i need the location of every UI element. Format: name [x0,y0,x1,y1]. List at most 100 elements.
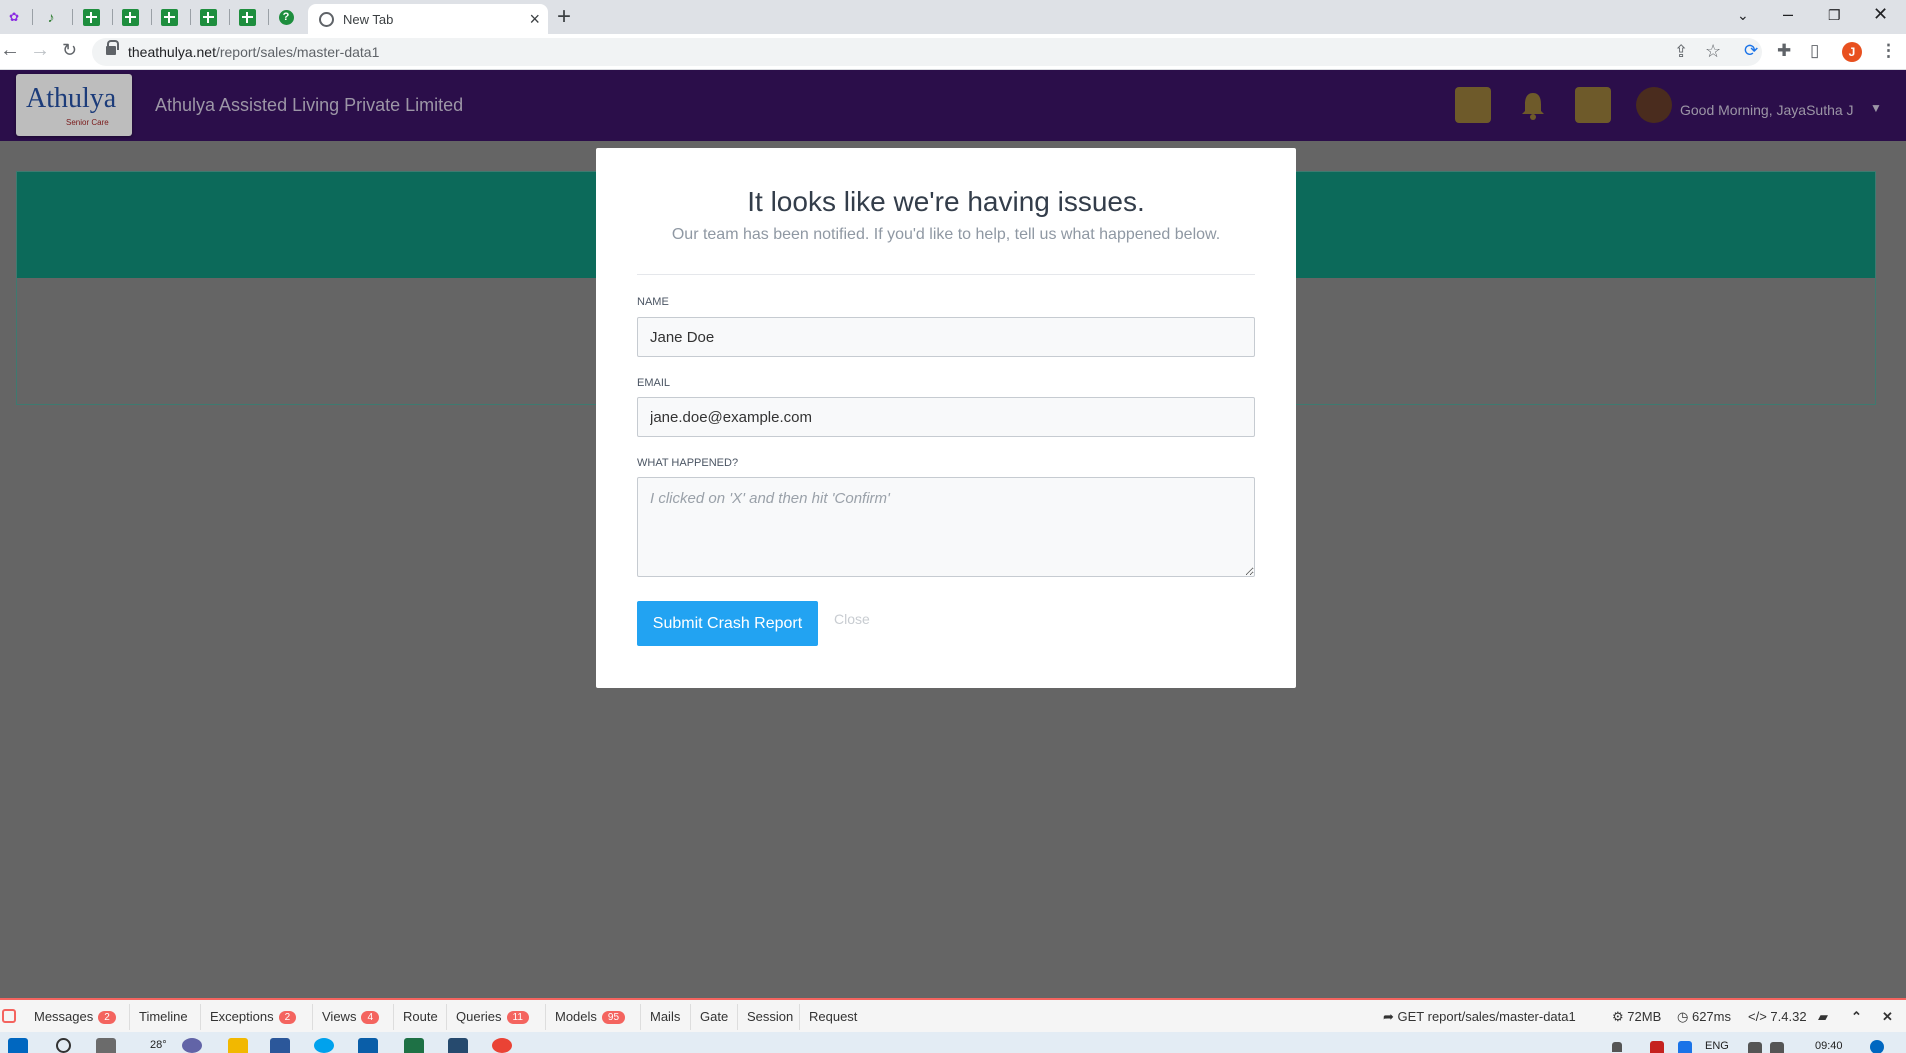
submit-crash-report-button[interactable]: Submit Crash Report [637,601,818,646]
debugbar-close-icon[interactable]: ✕ [1882,1009,1893,1025]
file-explorer-icon[interactable] [228,1038,248,1053]
debugbar-tab-request[interactable]: Request [809,1009,857,1024]
sheets-tab-icon[interactable] [158,6,180,28]
close-tab-icon[interactable]: × [529,9,540,30]
translate-icon[interactable] [1575,87,1611,123]
email-field[interactable] [637,397,1255,437]
company-logo[interactable]: Athulya Senior Care [16,74,132,136]
tab-divider [268,9,269,25]
debugbar-memory[interactable]: ⚙ 72MB [1612,1009,1661,1025]
debugbar-php-version[interactable]: </> 7.4.32 [1748,1009,1807,1024]
browser-toolbar: ← → ↻ theathulya.net/report/sales/master… [0,34,1906,70]
name-field[interactable] [637,317,1255,357]
teams-icon[interactable] [182,1038,202,1053]
app-icon[interactable] [448,1038,468,1053]
system-clock[interactable]: 09:40 [1815,1040,1843,1052]
skype-icon[interactable] [314,1038,334,1053]
modal-title: It looks like we're having issues. [747,186,1145,217]
tab-search-icon[interactable]: ⌄ [1737,7,1749,24]
company-name: Athulya Assisted Living Private Limited [155,95,464,115]
globe-icon [319,12,334,27]
debugbar-route-info[interactable]: ➦ GET report/sales/master-data1 [1383,1009,1576,1025]
word-icon[interactable] [270,1038,290,1053]
athulya-tab-icon[interactable]: ✿ [3,6,25,28]
models-count-badge: 95 [601,1011,626,1024]
debugbar-tab-route[interactable]: Route [403,1009,438,1024]
task-view-icon[interactable] [96,1038,116,1053]
outlook-icon[interactable] [358,1038,378,1053]
input-language[interactable]: ENG [1705,1040,1729,1052]
debugbar-divider [640,1004,641,1030]
bookmark-star-icon[interactable]: ☆ [1705,41,1721,62]
browser-menu-icon[interactable]: ⋮ [1880,41,1897,61]
restore-chevron-up-icon[interactable]: ⌃ [1851,1009,1862,1025]
debugbar-tab-gate[interactable]: Gate [700,1009,728,1024]
messages-count-badge: 2 [98,1011,116,1024]
views-count-badge: 4 [361,1011,380,1024]
tab-new-tab[interactable]: New Tab × [308,4,548,34]
user-avatar[interactable] [1636,87,1672,123]
back-icon[interactable]: ← [0,39,20,62]
side-panel-icon[interactable]: ▯ [1810,41,1819,61]
sheets-tab-icon[interactable] [80,6,102,28]
sheets-tab-icon[interactable] [197,6,219,28]
app-tab-icon[interactable]: ♪ [40,6,62,28]
debugbar-tab-timeline[interactable]: Timeline [139,1009,188,1024]
debugbar-divider [312,1004,313,1030]
tray-app-icon[interactable] [1678,1041,1692,1053]
lock-icon[interactable] [106,40,119,55]
crash-report-modal: It looks like we're having issues. Our t… [596,148,1296,688]
sheets-tab-icon[interactable] [236,6,258,28]
debugbar-divider [129,1004,130,1030]
debugbar-logo-icon[interactable] [2,1009,16,1023]
sheets-tab-icon[interactable] [119,6,141,28]
debugbar-tab-views[interactable]: Views 4 [322,1009,380,1024]
gmail-icon[interactable] [1650,1041,1664,1053]
forward-icon[interactable]: → [30,39,50,62]
wifi-icon[interactable] [1612,1042,1622,1052]
debugbar-tab-session[interactable]: Session [747,1009,793,1024]
excel-icon[interactable] [404,1038,424,1053]
debugbar-tab-messages[interactable]: Messages 2 [34,1009,116,1024]
chrome-icon[interactable] [492,1038,512,1053]
name-label: Name [637,296,669,308]
debugbar-divider [737,1004,738,1030]
help-tab-icon[interactable]: ? [275,6,297,28]
windows-start-icon[interactable] [8,1038,28,1053]
debugbar-tab-queries[interactable]: Queries 11 [456,1009,529,1024]
share-icon[interactable]: ⇪ [1674,42,1688,62]
tab-divider [151,9,152,25]
profile-avatar[interactable]: J [1842,42,1862,62]
notifications-icon[interactable] [1870,1040,1884,1053]
debugbar-tab-mails[interactable]: Mails [650,1009,680,1024]
user-greeting[interactable]: Good Morning, JayaSutha J [1680,102,1854,118]
extensions-puzzle-icon[interactable]: ✚ [1777,41,1791,61]
address-bar[interactable]: theathulya.net/report/sales/master-data1… [92,38,1762,66]
debugbar-time[interactable]: ◷ 627ms [1677,1009,1731,1025]
url-text[interactable]: theathulya.net/report/sales/master-data1 [128,44,379,60]
modal-subtitle: Our team has been notified. If you'd lik… [671,226,1221,243]
what-happened-textarea[interactable] [637,477,1255,577]
volume-icon[interactable] [1770,1042,1784,1053]
tab-divider [32,9,33,25]
extension-icon[interactable]: ⟳ [1744,41,1758,61]
debugbar: Messages 2 Timeline Exceptions 2 Views 4 Ro… [0,998,1906,1032]
search-icon[interactable] [56,1038,71,1053]
browser-tab-strip: ✿ ♪ ? New Tab × + ⌄ – ❐ ✕ [0,0,1906,34]
debugbar-tab-exceptions[interactable]: Exceptions 2 [210,1009,297,1024]
window-close-icon[interactable]: ✕ [1873,4,1888,25]
restore-icon[interactable]: ❐ [1828,7,1841,24]
network-icon[interactable] [1748,1042,1762,1053]
debugbar-tab-models[interactable]: Models 95 [555,1009,626,1024]
weather-temperature[interactable]: 28° [150,1039,167,1051]
tab-divider [72,9,73,25]
notification-bell-icon[interactable] [1515,87,1551,123]
open-folder-icon[interactable]: ▰ [1818,1009,1828,1025]
home-icon[interactable] [1455,87,1491,123]
user-menu-chevron-down-icon[interactable]: ▼ [1870,101,1882,115]
debugbar-divider [393,1004,394,1030]
minimize-icon[interactable]: – [1783,4,1793,25]
close-button[interactable]: Close [834,611,870,627]
reload-icon[interactable]: ↻ [62,40,77,61]
new-tab-button[interactable]: + [557,3,571,31]
